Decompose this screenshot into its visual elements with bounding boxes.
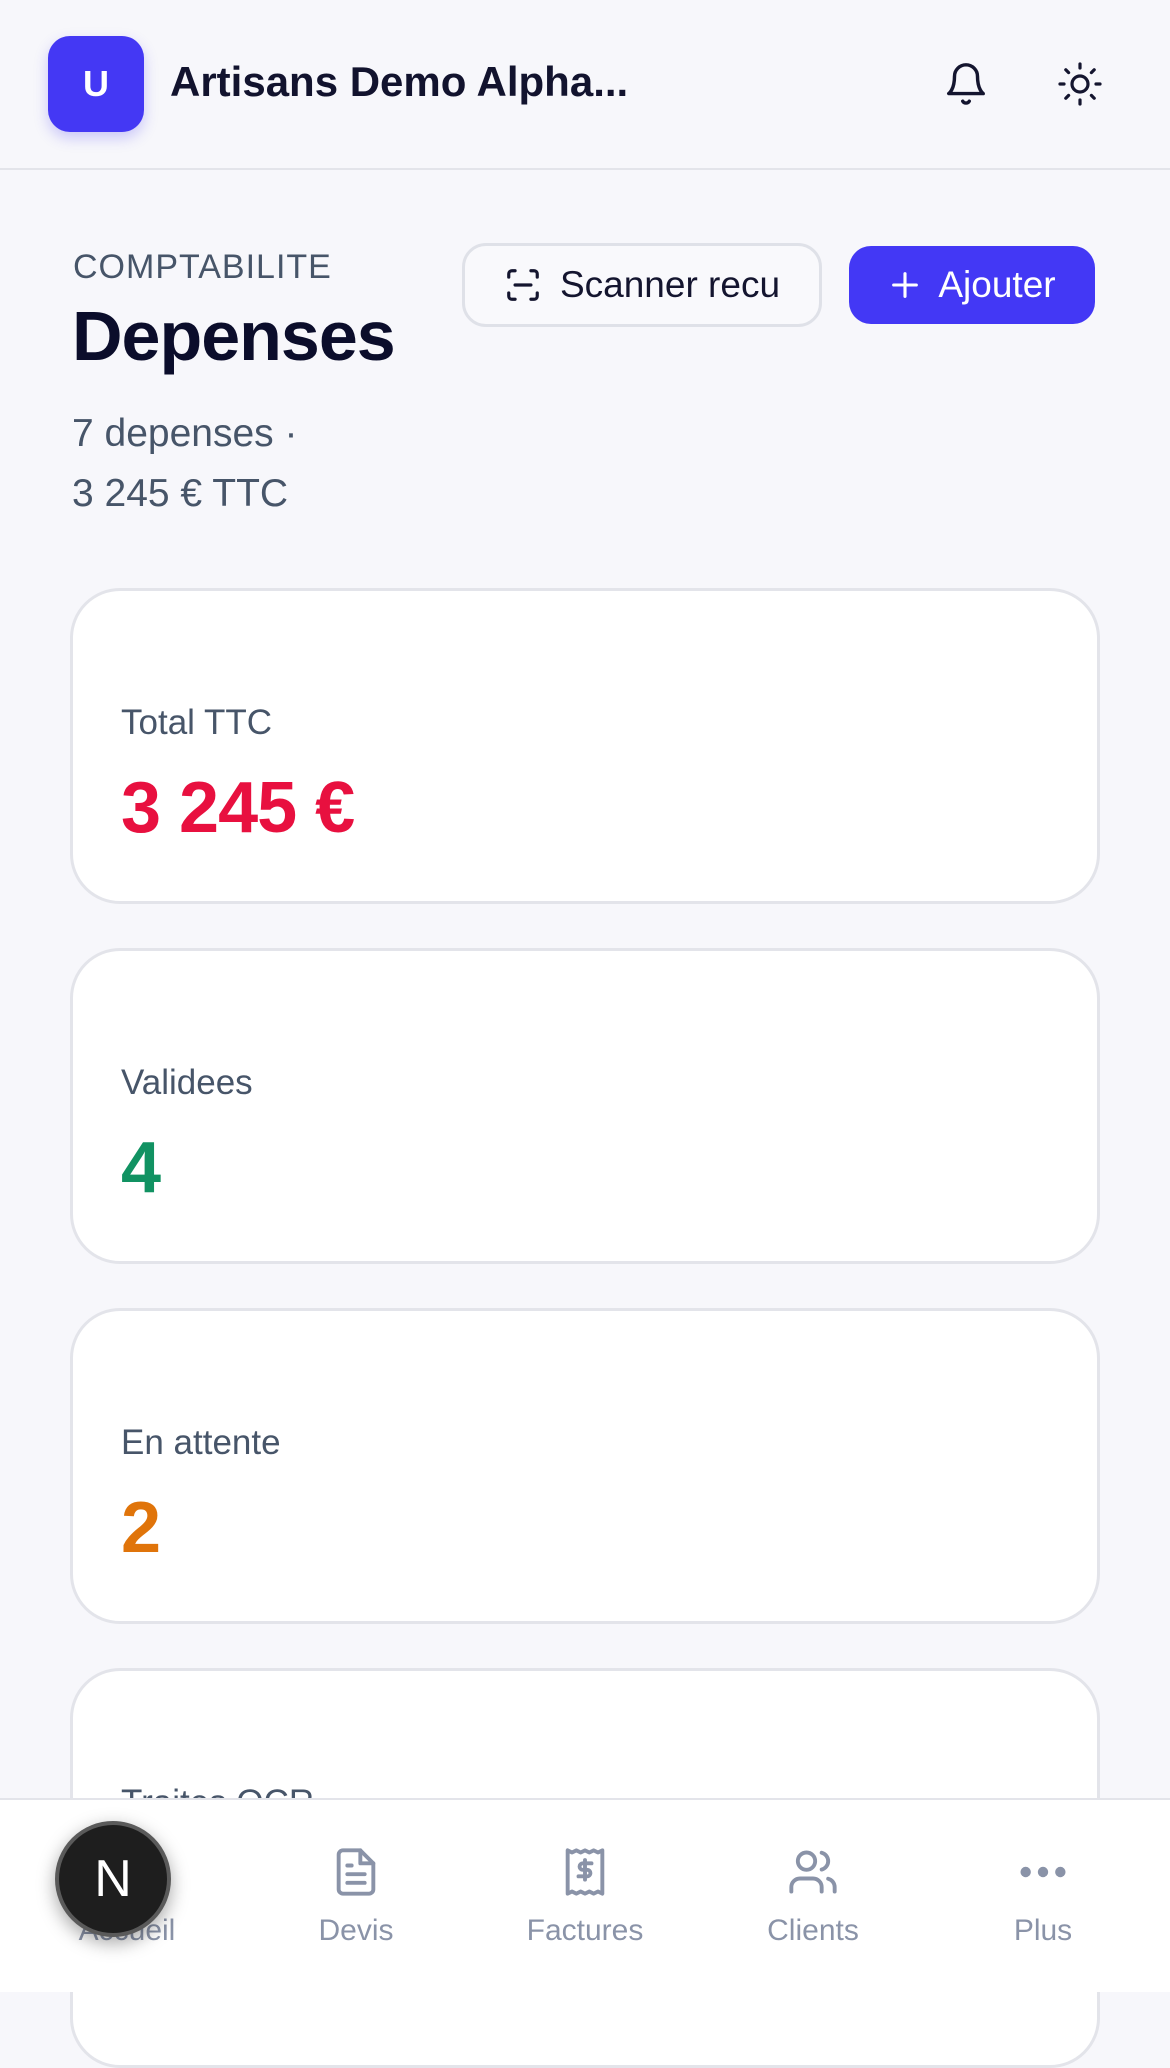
- summary-total: 3 245 € TTC: [72, 472, 289, 515]
- tab-label: Plus: [1013, 1914, 1073, 1947]
- page-title: Depenses: [72, 297, 396, 375]
- notifications-button[interactable]: [930, 48, 1002, 120]
- tab-clients[interactable]: Clients: [713, 1840, 913, 1960]
- stat-label: Validees: [121, 1063, 253, 1102]
- tab-devis[interactable]: Devis: [256, 1840, 456, 1960]
- bottom-tab-bar: Accueil Devis Factures: [0, 1798, 1170, 1992]
- tab-label: Factures: [526, 1914, 644, 1947]
- stat-value: 3 245 €: [121, 768, 355, 848]
- stat-label: En attente: [121, 1423, 281, 1462]
- stat-card-pending: En attente 2: [70, 1308, 1100, 1624]
- sun-icon: [1058, 62, 1102, 106]
- plus-icon: [892, 272, 919, 298]
- more-icon: [1020, 1866, 1066, 1878]
- theme-toggle-button[interactable]: [1044, 48, 1116, 120]
- scan-receipt-button[interactable]: Scanner recu: [462, 243, 822, 327]
- avatar[interactable]: U: [48, 36, 144, 132]
- stat-card-total: Total TTC 3 245 €: [70, 588, 1100, 904]
- tab-label: Devis: [318, 1914, 394, 1947]
- users-icon: [789, 1850, 837, 1894]
- scan-receipt-label: Scanner recu: [559, 264, 781, 305]
- expense-summary: 7 depenses · 3 245 € TTC: [72, 404, 432, 524]
- tab-label: Clients: [767, 1914, 859, 1947]
- section-eyebrow: COMPTABILITE: [73, 248, 332, 286]
- add-expense-button[interactable]: Ajouter: [849, 246, 1095, 324]
- receipt-icon: [565, 1848, 605, 1896]
- document-icon: [336, 1848, 376, 1896]
- add-expense-label: Ajouter: [938, 264, 1056, 305]
- org-name[interactable]: Artisans Demo Alpha...: [170, 58, 640, 106]
- stat-card-validated: Validees 4: [70, 948, 1100, 1264]
- stat-label: Total TTC: [121, 703, 273, 742]
- stat-value: 4: [121, 1128, 161, 1208]
- scan-icon: [507, 269, 539, 301]
- stat-value: 2: [121, 1488, 161, 1568]
- tab-factures[interactable]: Factures: [485, 1840, 685, 1960]
- top-bar: U Artisans Demo Alpha...: [0, 0, 1170, 170]
- summary-count: 7 depenses ·: [72, 412, 298, 455]
- dev-tools-badge[interactable]: N: [55, 1821, 171, 1937]
- bell-icon: [947, 63, 985, 105]
- tab-plus[interactable]: Plus: [943, 1840, 1143, 1960]
